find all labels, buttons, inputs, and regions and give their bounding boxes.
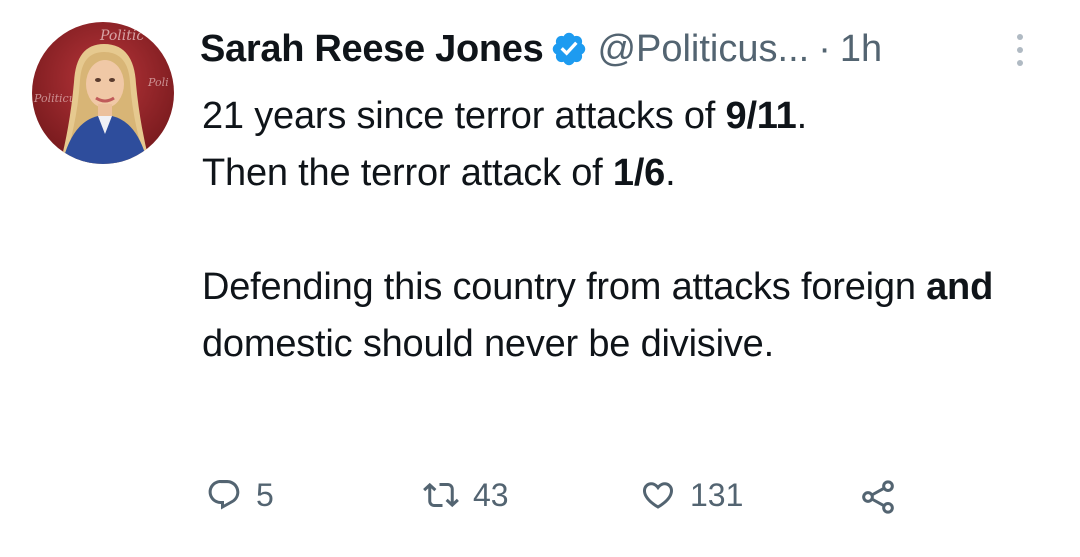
- like-button[interactable]: 131: [640, 470, 743, 520]
- reply-icon: [206, 477, 242, 513]
- text-bold: 1/6: [612, 152, 666, 194]
- tweet-text: 21 years since terror attacks of 9/11. T…: [202, 88, 1042, 373]
- more-options-icon[interactable]: [1012, 30, 1028, 70]
- share-button[interactable]: [858, 470, 894, 520]
- reply-count: 5: [256, 476, 274, 513]
- svg-text:Poli: Poli: [147, 76, 169, 89]
- text-span: domestic should never be divisive.: [202, 323, 774, 365]
- text-bold: 9/11: [725, 95, 797, 137]
- tweet-actions: 5 43 131: [0, 470, 1080, 520]
- verified-badge-icon: [550, 30, 588, 68]
- like-count: 131: [690, 476, 744, 513]
- tweet-text-line: Then the terror attack of 1/6.: [202, 145, 1042, 202]
- author-handle[interactable]: @Politicus...: [597, 28, 809, 71]
- tweet-header: Sarah Reese Jones @Politicus... · 1h: [200, 22, 882, 76]
- heart-icon: [640, 477, 676, 513]
- tweet-text-paragraph: Defending this country from attacks fore…: [202, 259, 1042, 373]
- retweet-button[interactable]: 43: [423, 470, 509, 520]
- tweet-text-line: 21 years since terror attacks of 9/11.: [202, 88, 1042, 145]
- retweet-icon: [423, 477, 459, 513]
- author-name[interactable]: Sarah Reese Jones: [200, 28, 544, 71]
- text-span: .: [796, 95, 808, 137]
- text-span: 21 years since terror attacks of: [202, 95, 726, 137]
- tweet[interactable]: Politic Politicus Poli Sarah Reese Jones: [0, 0, 1080, 557]
- avatar[interactable]: Politic Politicus Poli: [32, 22, 174, 164]
- reply-button[interactable]: 5: [206, 470, 274, 520]
- text-span: Then the terror attack of: [202, 152, 613, 194]
- share-icon: [858, 477, 894, 514]
- svg-text:Politic: Politic: [99, 28, 144, 44]
- timestamp[interactable]: 1h: [840, 28, 882, 71]
- text-bold: and: [926, 266, 994, 308]
- separator-dot: ·: [818, 27, 831, 70]
- retweet-count: 43: [473, 476, 509, 513]
- text-span: .: [665, 152, 676, 194]
- text-span: Defending this country from attacks fore…: [202, 266, 927, 308]
